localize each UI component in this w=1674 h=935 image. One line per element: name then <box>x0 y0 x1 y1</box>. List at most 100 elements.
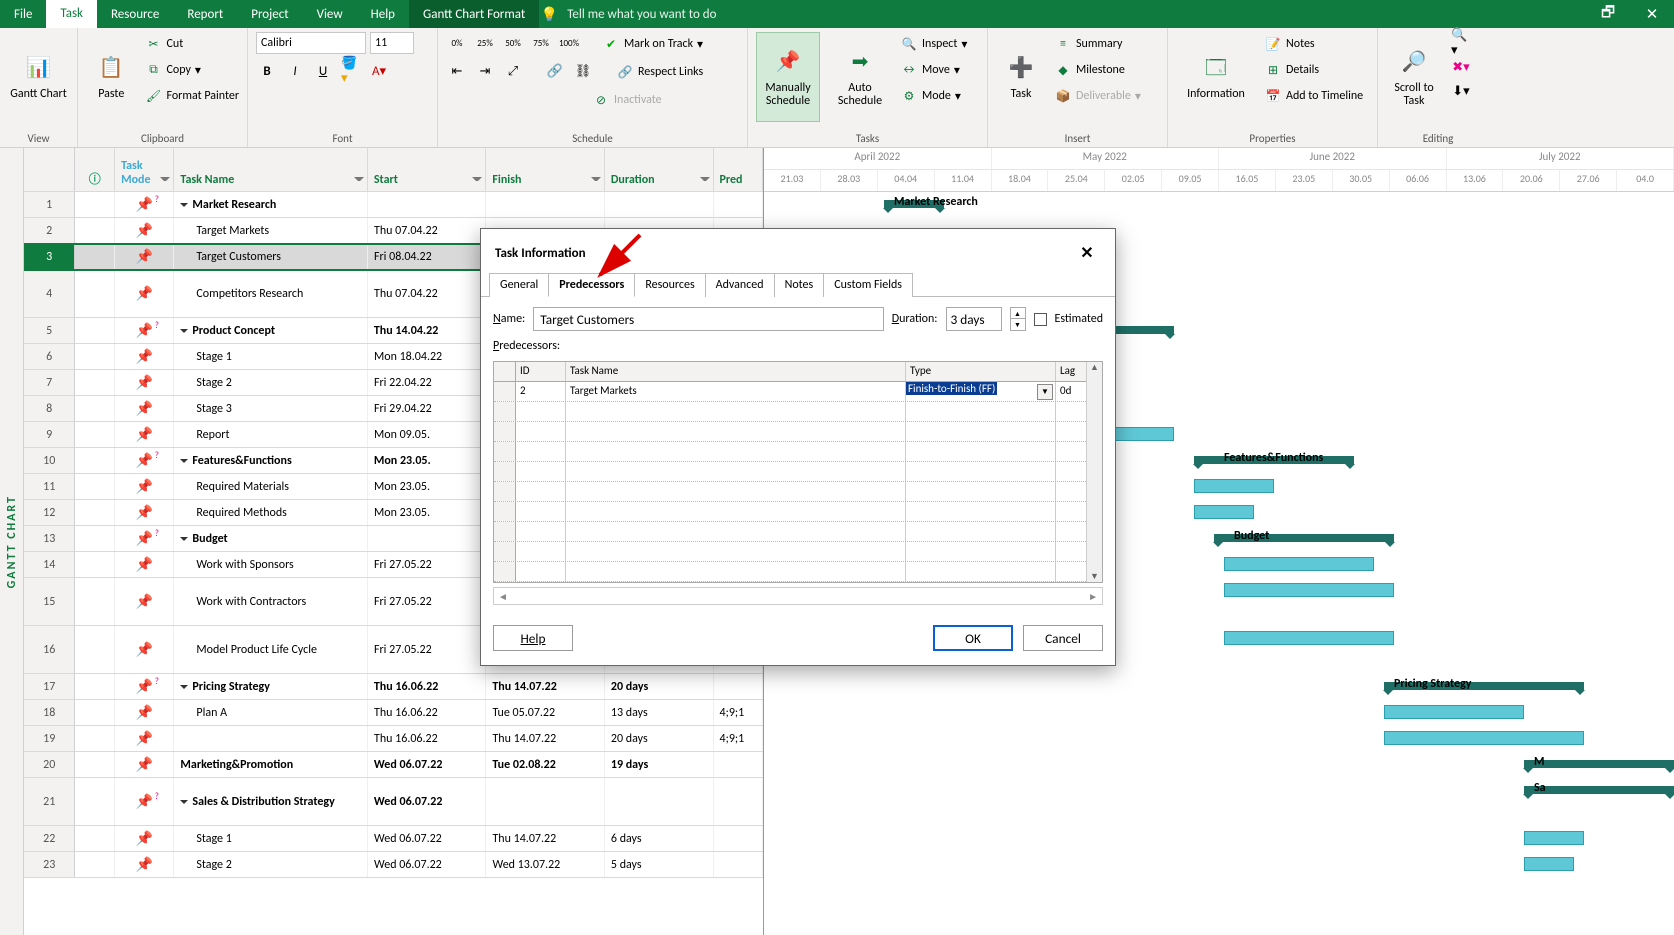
pg-row-type[interactable]: Finish-to-Finish (FF) ▼ Finish-to-Start … <box>906 382 1056 401</box>
gantt-row[interactable] <box>764 726 1674 752</box>
dlg-help-button[interactable]: Help <box>493 625 573 651</box>
information-button[interactable]: 🗔 Information <box>1176 32 1256 122</box>
clear-button[interactable]: ✖▾ <box>1450 56 1472 78</box>
tab-file[interactable]: File <box>0 0 46 28</box>
col-pred[interactable]: Pred <box>714 148 763 191</box>
task-bar[interactable] <box>1194 505 1254 519</box>
gantt-row[interactable]: Sa <box>764 778 1674 826</box>
insert-task-button[interactable]: ➕ Task <box>996 32 1046 122</box>
col-start[interactable]: Start <box>368 148 487 191</box>
scroll-to-task-button[interactable]: 🔎 Scroll to Task <box>1386 32 1442 122</box>
font-color-button[interactable]: A▾ <box>368 60 390 82</box>
add-timeline-button[interactable]: 📅Add to Timeline <box>1264 84 1363 108</box>
pg-vscroll[interactable]: ▲▼ <box>1086 362 1102 582</box>
dlg-name-input[interactable] <box>533 307 883 331</box>
pct25-button[interactable]: 25% <box>474 32 496 54</box>
window-close-button[interactable]: ✕ <box>1630 0 1674 28</box>
pg-row-task[interactable]: Target Markets <box>566 382 906 401</box>
task-bar[interactable] <box>1384 705 1524 719</box>
tab-resource[interactable]: Resource <box>97 0 173 28</box>
pct100-button[interactable]: 100% <box>558 32 580 54</box>
pct50-button[interactable]: 50% <box>502 32 524 54</box>
table-row[interactable]: 18📌Plan AThu 16.06.22Tue 05.07.2213 days… <box>24 700 763 726</box>
pg-head-task[interactable]: Task Name <box>566 362 906 381</box>
summary-bar[interactable] <box>1524 786 1674 794</box>
task-bar[interactable] <box>1384 731 1584 745</box>
table-row[interactable]: 17📌Pricing StrategyThu 16.06.22Thu 14.07… <box>24 674 763 700</box>
outdent-button[interactable]: ⇤ <box>446 60 468 82</box>
font-size-input[interactable] <box>370 32 414 54</box>
table-row[interactable]: 21📌Sales & Distribution StrategyWed 06.0… <box>24 778 763 826</box>
pg-head-id[interactable]: ID <box>516 362 566 381</box>
task-bar[interactable] <box>1224 631 1394 645</box>
col-name[interactable]: Task Name <box>174 148 367 191</box>
task-bar[interactable] <box>1524 857 1574 871</box>
dlg-tab-advanced[interactable]: Advanced <box>705 273 775 297</box>
col-duration[interactable]: Duration <box>605 148 714 191</box>
details-button[interactable]: ⊞Details <box>1264 58 1363 82</box>
mark-on-track-button[interactable]: ✔Mark on Track ▾ <box>602 32 703 56</box>
bold-button[interactable]: B <box>256 60 278 82</box>
col-mode[interactable]: Task Mode <box>115 148 174 191</box>
move-button[interactable]: ↔Move ▾ <box>900 58 967 82</box>
table-row[interactable]: 19📌Thu 16.06.22Thu 14.07.2220 days4;9;1 <box>24 726 763 752</box>
format-painter-button[interactable]: 🖌Format Painter <box>145 84 240 108</box>
tab-task[interactable]: Task <box>46 0 97 28</box>
dlg-cancel-button[interactable]: Cancel <box>1023 625 1103 651</box>
link-button[interactable]: 🔗 <box>544 60 566 82</box>
auto-schedule-button[interactable]: ➡ Auto Schedule <box>828 32 892 122</box>
tab-project[interactable]: Project <box>237 0 302 28</box>
cut-button[interactable]: ✂Cut <box>145 32 240 56</box>
tab-help[interactable]: Help <box>357 0 409 28</box>
gantt-row[interactable]: Market Research <box>764 192 1674 218</box>
pg-hscroll[interactable]: ◄► <box>493 587 1103 605</box>
summary-bar[interactable] <box>1524 760 1674 768</box>
table-row[interactable]: 23📌Stage 2Wed 06.07.22Wed 13.07.225 days <box>24 852 763 878</box>
task-bar[interactable] <box>1194 479 1274 493</box>
respect-links-button[interactable]: 🔗Respect Links <box>616 60 703 84</box>
dlg-tab-custom[interactable]: Custom Fields <box>823 273 913 297</box>
dlg-tab-predecessors[interactable]: Predecessors <box>548 273 635 297</box>
find-button[interactable]: 🔍▾ <box>1450 32 1472 54</box>
table-row[interactable]: 22📌Stage 1Wed 06.07.22Thu 14.07.226 days <box>24 826 763 852</box>
gantt-row[interactable]: M <box>764 752 1674 778</box>
task-bar[interactable] <box>1224 583 1394 597</box>
split-button[interactable]: ⤢ <box>502 60 524 82</box>
dlg-duration-spinner[interactable]: ▲▼ <box>1010 307 1026 331</box>
dlg-tab-general[interactable]: General <box>489 273 549 297</box>
dlg-tab-resources[interactable]: Resources <box>634 273 705 297</box>
gantt-row[interactable]: Pricing Strategy <box>764 674 1674 700</box>
pct75-button[interactable]: 75% <box>530 32 552 54</box>
paste-button[interactable]: 📋 Paste <box>86 32 137 122</box>
manually-schedule-button[interactable]: 📌 Manually Schedule <box>756 32 820 122</box>
dlg-estimated-checkbox[interactable] <box>1034 313 1047 326</box>
gantt-row[interactable] <box>764 700 1674 726</box>
notes-button[interactable]: 📝Notes <box>1264 32 1363 56</box>
col-rownum[interactable] <box>24 148 75 191</box>
pg-head-type[interactable]: Type <box>906 362 1056 381</box>
gantt-chart-button[interactable]: 📊 Gantt Chart <box>8 32 69 122</box>
dlg-duration-input[interactable] <box>946 307 1002 331</box>
tellme-search[interactable]: Tell me what you want to do <box>559 7 724 22</box>
col-info[interactable]: ⓘ <box>75 148 115 191</box>
dlg-ok-button[interactable]: OK <box>933 625 1013 651</box>
gantt-row[interactable] <box>764 826 1674 852</box>
pg-row-id[interactable]: 2 <box>516 382 566 401</box>
table-row[interactable]: 1📌Market Research <box>24 192 763 218</box>
fill-button[interactable]: ⬇▾ <box>1450 80 1472 102</box>
dlg-tab-notes[interactable]: Notes <box>774 273 825 297</box>
deliverable-button[interactable]: 📦Deliverable ▾ <box>1054 84 1141 108</box>
gantt-row[interactable] <box>764 852 1674 878</box>
italic-button[interactable]: I <box>284 60 306 82</box>
inspect-button[interactable]: 🔍Inspect ▾ <box>900 32 967 56</box>
tab-report[interactable]: Report <box>173 0 237 28</box>
mode-button[interactable]: ⚙Mode ▾ <box>900 84 967 108</box>
predecessors-grid[interactable]: ID Task Name Type Lag 2 Target Markets F… <box>493 361 1103 583</box>
table-row[interactable]: 20📌Marketing&PromotionWed 06.07.22Tue 02… <box>24 752 763 778</box>
type-dropdown-button[interactable]: ▼ <box>1037 384 1053 400</box>
font-name-input[interactable] <box>256 32 366 54</box>
task-bar[interactable] <box>1114 427 1174 441</box>
col-finish[interactable]: Finish <box>486 148 605 191</box>
milestone-button[interactable]: ◆Milestone <box>1054 58 1141 82</box>
underline-button[interactable]: U <box>312 60 334 82</box>
